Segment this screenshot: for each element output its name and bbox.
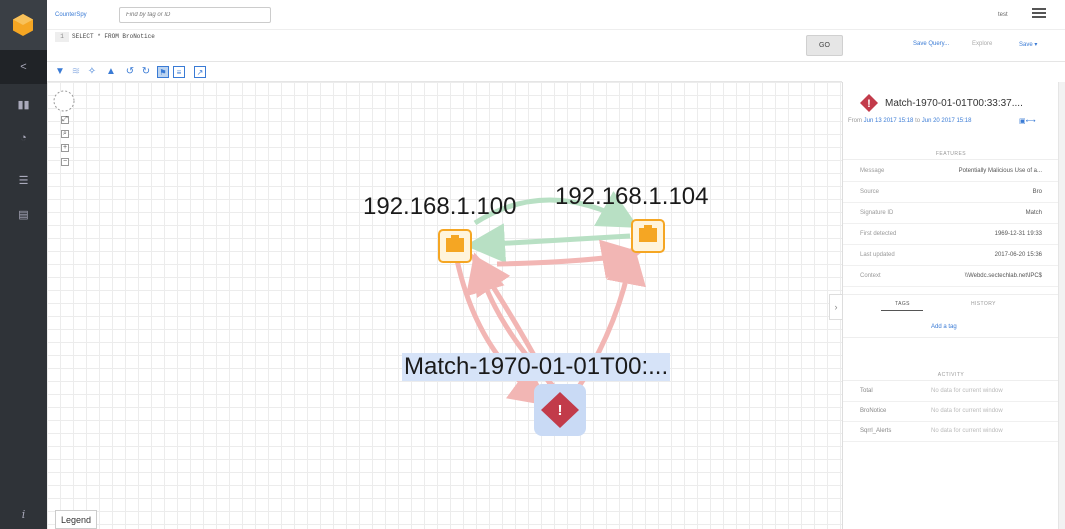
feature-value: \\Webdc.sectechlab.net\IPC$ bbox=[964, 273, 1042, 279]
feature-key: Message bbox=[860, 168, 885, 174]
alert-triangle-icon[interactable]: ▲ bbox=[105, 66, 117, 78]
bar-chart-icon: ▮▮ bbox=[17, 98, 30, 111]
node-label-host-2[interactable]: 192.168.1.104 bbox=[555, 183, 708, 211]
database-icon: ☰ bbox=[18, 174, 29, 187]
feature-key: Signature ID bbox=[860, 210, 894, 216]
filter-icon[interactable]: ▼ bbox=[54, 66, 66, 78]
explore-button[interactable]: Explore bbox=[972, 41, 992, 47]
info-icon[interactable]: i bbox=[0, 499, 47, 529]
activity-key: Sqrrl_Alerts bbox=[860, 428, 892, 434]
feature-row: Context \\Webdc.sectechlab.net\IPC$ bbox=[843, 266, 1059, 287]
report-icon: ▤ bbox=[18, 208, 29, 221]
app-logo[interactable] bbox=[0, 0, 47, 50]
line-number: 1 bbox=[55, 32, 69, 42]
crosshair-icon[interactable]: ✧ bbox=[86, 66, 98, 78]
nav-reports[interactable]: ▤ bbox=[0, 197, 47, 231]
activity-value: No data for current window bbox=[931, 408, 1003, 414]
activity-row: Sqrrl_Alerts No data for current window bbox=[843, 422, 1059, 442]
node-label-alert[interactable]: Match-1970-01-01T00:... bbox=[402, 353, 671, 381]
save-query-button[interactable]: Save Query... bbox=[913, 41, 949, 47]
range-from[interactable]: Jun 13 2017 15:18 bbox=[864, 118, 914, 124]
alert-node: ! bbox=[534, 384, 586, 436]
svg-text:!: ! bbox=[867, 98, 871, 110]
range-from-label: From bbox=[848, 118, 862, 124]
layers-icon[interactable]: ≋ bbox=[70, 66, 82, 78]
edge-red-5 bbox=[496, 239, 642, 279]
edge-green-2 bbox=[465, 223, 631, 264]
hexagon-logo-icon bbox=[13, 14, 33, 36]
nav-graph[interactable]: < bbox=[0, 50, 47, 84]
activity-key: BroNotice bbox=[860, 408, 887, 414]
app-name[interactable]: CounterSpy bbox=[55, 12, 87, 18]
hamburger-menu-icon[interactable] bbox=[1032, 8, 1046, 20]
export-icon[interactable]: ↗ bbox=[194, 66, 206, 78]
tab-tags[interactable]: TAGS bbox=[895, 301, 910, 307]
feature-row: Signature ID Match bbox=[843, 203, 1059, 224]
feature-row: Message Potentially Malicious Use of a... bbox=[843, 161, 1059, 182]
graph-svg: ! bbox=[438, 190, 665, 436]
redo-icon[interactable]: ↻ bbox=[140, 66, 152, 78]
node-label-host-1[interactable]: 192.168.1.100 bbox=[363, 193, 516, 221]
tags-history-tabs bbox=[843, 294, 1059, 338]
range-controls-icon[interactable]: ▣⟷ bbox=[1019, 117, 1036, 125]
active-tab-indicator bbox=[881, 310, 923, 311]
feature-value: Bro bbox=[1032, 189, 1042, 195]
alert-diamond-icon: ! bbox=[860, 94, 878, 112]
activity-row: BroNotice No data for current window bbox=[843, 402, 1059, 422]
feature-value: Match bbox=[1025, 210, 1042, 216]
legend-button[interactable]: Legend bbox=[55, 510, 97, 529]
feature-value: 2017-06-20 15:36 bbox=[994, 252, 1042, 258]
add-tag-link[interactable]: Add a tag bbox=[931, 324, 957, 330]
range-to-label: to bbox=[915, 118, 921, 124]
feature-value: Potentially Malicious Use of a... bbox=[958, 168, 1042, 174]
host-node-192-168-1-100 bbox=[438, 229, 472, 263]
detail-panel: ! Match-1970-01-01T00:33:37.... From Jun… bbox=[842, 82, 1059, 529]
feature-value: 1969-12-31 19:33 bbox=[994, 231, 1042, 237]
save-dropdown-button[interactable]: Save ▾ bbox=[1019, 41, 1037, 48]
nav-dashboard[interactable]: ◔ bbox=[0, 121, 47, 155]
user-name[interactable]: test bbox=[998, 12, 1008, 18]
host-node-192-168-1-104 bbox=[631, 219, 665, 253]
graph-toolbar: ▼ ≋ ✧ ▲ ↺ ↻ ⚑ ≡ ↗ bbox=[47, 62, 842, 82]
feature-key: Last updated bbox=[860, 252, 895, 258]
gauge-icon: ◔ bbox=[20, 132, 27, 144]
activity-value: No data for current window bbox=[931, 428, 1003, 434]
nav-charts[interactable]: ▮▮ bbox=[0, 87, 47, 121]
chevron-right-icon: › bbox=[834, 302, 838, 312]
collapse-panel-button[interactable]: › bbox=[829, 294, 842, 320]
activity-header: ACTIVITY bbox=[843, 369, 1059, 381]
graph-canvas[interactable]: ! 192.168.1.100 192.168.1.104 Match-1970… bbox=[47, 82, 842, 529]
zoom-search-icon[interactable]: ⌕ bbox=[61, 130, 69, 138]
feature-row: First detected 1969-12-31 19:33 bbox=[843, 224, 1059, 245]
zoom-out-icon[interactable]: − bbox=[61, 158, 69, 166]
activity-row: Total No data for current window bbox=[843, 382, 1059, 402]
search-input[interactable] bbox=[119, 7, 271, 23]
activity-value: No data for current window bbox=[931, 388, 1003, 394]
feature-row: Source Bro bbox=[843, 182, 1059, 203]
activity-key: Total bbox=[860, 388, 873, 394]
list-view-icon[interactable]: ≡ bbox=[173, 66, 185, 78]
feature-row: Last updated 2017-06-20 15:36 bbox=[843, 245, 1059, 266]
feature-key: Source bbox=[860, 189, 880, 195]
zoom-in-icon[interactable]: + bbox=[61, 144, 69, 152]
tab-history[interactable]: HISTORY bbox=[971, 301, 996, 307]
left-sidebar: < ▮▮ ◔ ☰ ▤ i bbox=[0, 0, 47, 529]
range-to[interactable]: Jun 20 2017 15:18 bbox=[922, 118, 972, 124]
panel-title: Match-1970-01-01T00:33:37.... bbox=[885, 98, 1023, 109]
nav-data[interactable]: ☰ bbox=[0, 163, 47, 197]
feature-key: First detected bbox=[860, 231, 897, 237]
share-graph-icon: < bbox=[20, 61, 27, 73]
feature-key: Context bbox=[860, 273, 881, 279]
top-bar: CounterSpy test bbox=[47, 0, 1065, 30]
flag-icon[interactable]: ⚑ bbox=[157, 66, 169, 78]
panel-scrollbar[interactable] bbox=[1058, 82, 1065, 529]
query-text[interactable]: SELECT * FROM BroNotice bbox=[72, 33, 155, 40]
svg-text:!: ! bbox=[558, 402, 563, 419]
fit-view-icon[interactable]: ⤢ bbox=[61, 116, 69, 124]
features-header: FEATURES bbox=[843, 148, 1059, 160]
time-range: From Jun 13 2017 15:18 to Jun 20 2017 15… bbox=[848, 118, 971, 124]
undo-icon[interactable]: ↺ bbox=[124, 66, 136, 78]
pan-control-icon[interactable] bbox=[53, 90, 75, 112]
go-button[interactable]: GO bbox=[806, 35, 843, 56]
